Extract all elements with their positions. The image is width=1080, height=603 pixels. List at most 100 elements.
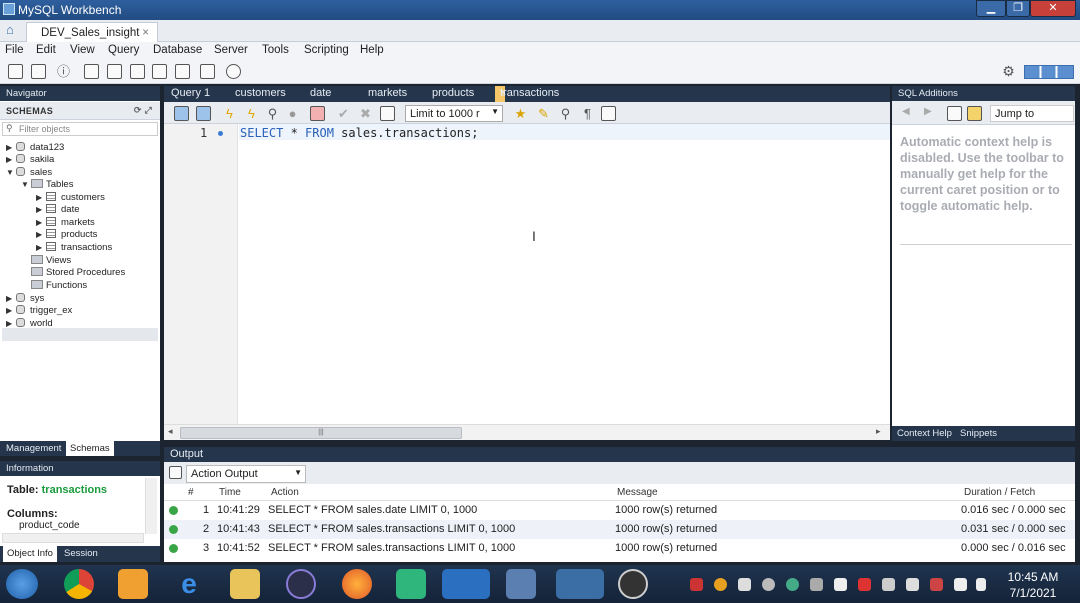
forward-arrow-icon[interactable]: ▶ — [924, 106, 932, 117]
menu-query[interactable]: Query — [108, 44, 139, 56]
tab-management[interactable]: Management — [6, 443, 61, 454]
execute-current-icon[interactable]: ϟ — [244, 106, 259, 121]
autocommit-icon[interactable] — [380, 106, 395, 121]
table-date[interactable]: ▶ date — [36, 204, 80, 216]
pycharm-icon[interactable] — [396, 569, 426, 599]
info-horizontal-scrollbar[interactable] — [2, 533, 144, 543]
toggle-error-icon[interactable] — [310, 106, 325, 121]
start-button-icon[interactable] — [6, 569, 38, 599]
maximize-button[interactable]: ❐ — [1006, 0, 1030, 17]
menu-server[interactable]: Server — [214, 44, 248, 56]
scroll-left-icon[interactable]: ◂ — [168, 426, 173, 437]
volume-icon[interactable] — [906, 578, 919, 591]
manual-help-icon[interactable] — [947, 106, 962, 121]
menu-file[interactable]: File — [5, 44, 24, 56]
minimize-button[interactable]: ▁ — [976, 0, 1006, 17]
commit-icon[interactable]: ✔ — [336, 106, 351, 121]
menu-database[interactable]: Database — [153, 44, 202, 56]
eclipse-icon[interactable] — [286, 569, 316, 599]
execute-icon[interactable]: ϟ — [222, 106, 237, 121]
schema-trigger-ex[interactable]: ▶ trigger_ex — [6, 305, 72, 317]
tray-app-icon[interactable] — [882, 578, 895, 591]
editor-horizontal-scrollbar[interactable]: ◂ ||| ▸ — [164, 424, 890, 440]
tab-transactions[interactable]: transactions × — [495, 86, 559, 102]
tab-markets[interactable]: markets — [368, 87, 407, 99]
internet-explorer-icon[interactable]: e — [174, 569, 204, 599]
refresh-schemas-icon[interactable]: ⟳ ⤢ — [134, 105, 152, 116]
tab-schemas[interactable]: Schemas — [66, 441, 114, 456]
menu-help[interactable]: Help — [360, 44, 384, 56]
tray-app-icon[interactable] — [714, 578, 727, 591]
auto-help-toggle-icon[interactable] — [967, 106, 982, 121]
scroll-right-icon[interactable]: ▸ — [876, 426, 881, 437]
table-transactions[interactable]: ▶ transactions — [36, 242, 112, 254]
tab-date[interactable]: date — [310, 87, 331, 99]
tab-object-info[interactable]: Object Info — [3, 546, 57, 562]
menu-edit[interactable]: Edit — [36, 44, 56, 56]
tray-app-icon[interactable] — [858, 578, 871, 591]
tab-customers[interactable]: customers — [235, 87, 286, 99]
schema-sakila[interactable]: ▶ sakila — [6, 154, 54, 166]
menu-view[interactable]: View — [70, 44, 95, 56]
table-row[interactable]: 1 10:41:29 SELECT * FROM sales.date LIMI… — [164, 501, 1075, 520]
mysql-workbench-taskbar-icon[interactable] — [556, 569, 604, 599]
table-row[interactable]: 3 10:41:52 SELECT * FROM sales.transacti… — [164, 539, 1075, 558]
create-schema-icon[interactable] — [84, 64, 99, 79]
create-table-icon[interactable] — [107, 64, 122, 79]
folder-views[interactable]: Views — [31, 255, 71, 267]
battery-icon[interactable] — [954, 578, 967, 591]
table-products[interactable]: ▶ products — [36, 229, 97, 241]
search-table-data-icon[interactable] — [200, 64, 215, 79]
create-function-icon[interactable] — [175, 64, 190, 79]
tray-app-icon[interactable] — [738, 578, 751, 591]
tray-app-icon[interactable] — [810, 578, 823, 591]
media-player-icon[interactable] — [118, 569, 148, 599]
open-file-icon[interactable] — [174, 106, 189, 121]
table-customers[interactable]: ▶ customers — [36, 192, 105, 204]
tray-app-icon[interactable] — [690, 578, 703, 591]
close-tab-icon[interactable]: × — [500, 87, 506, 99]
taskbar-clock[interactable]: 10:45 AM 7/1/2021 — [994, 569, 1072, 601]
explain-icon[interactable]: ⚲ — [265, 106, 280, 121]
tray-app-icon[interactable] — [762, 578, 775, 591]
schema-world[interactable]: ▶ world — [6, 318, 53, 330]
output-type-select[interactable]: Action Output ▼ — [186, 465, 306, 483]
reconnect-icon[interactable] — [226, 64, 241, 79]
wrap-lines-icon[interactable] — [601, 106, 616, 121]
table-row[interactable]: 2 10:41:43 SELECT * FROM sales.transacti… — [164, 520, 1075, 539]
copy-output-icon[interactable] — [169, 466, 182, 479]
tableau-icon[interactable] — [506, 569, 536, 599]
create-view-icon[interactable] — [130, 64, 145, 79]
tab-session[interactable]: Session — [64, 548, 98, 559]
info-vertical-scrollbar[interactable] — [145, 478, 157, 534]
scrollbar-thumb[interactable]: ||| — [180, 427, 462, 439]
sql-statement[interactable]: SELECT * FROM sales.transactions; — [240, 126, 478, 140]
add-snippet-icon[interactable]: ★ — [513, 106, 528, 121]
create-procedure-icon[interactable] — [152, 64, 167, 79]
stop-icon[interactable]: ● — [285, 106, 300, 121]
schema-sales[interactable]: ▼ sales — [6, 167, 52, 179]
terminal-icon[interactable] — [442, 569, 490, 599]
rollback-icon[interactable]: ✖ — [358, 106, 373, 121]
tab-products[interactable]: products — [432, 87, 474, 99]
chrome-icon[interactable] — [64, 569, 94, 599]
menu-tools[interactable]: Tools — [262, 44, 289, 56]
jump-to-select[interactable]: Jump to — [990, 105, 1074, 122]
folder-functions[interactable]: Functions — [31, 280, 87, 292]
limit-rows-select[interactable]: Limit to 1000 r ▼ — [405, 105, 503, 122]
folder-stored-procedures[interactable]: Stored Procedures — [31, 267, 125, 279]
tab-context-help[interactable]: Context Help — [897, 428, 952, 439]
action-center-icon[interactable] — [930, 578, 943, 591]
firefox-icon[interactable] — [342, 569, 372, 599]
info-icon[interactable]: ⓘ — [56, 64, 71, 79]
home-icon[interactable]: ⌂ — [6, 23, 20, 37]
panel-layout-toggle-icon[interactable] — [1024, 65, 1074, 79]
close-connection-tab-icon[interactable]: × — [142, 27, 149, 39]
table-markets[interactable]: ▶ markets — [36, 217, 95, 229]
file-explorer-icon[interactable] — [230, 569, 260, 599]
save-icon[interactable] — [196, 106, 211, 121]
close-window-button[interactable]: ✕ — [1030, 0, 1076, 17]
tab-query-1[interactable]: Query 1 — [171, 87, 210, 99]
settings-gear-icon[interactable]: ⚙ — [1001, 64, 1016, 79]
tray-app-icon[interactable] — [834, 578, 847, 591]
